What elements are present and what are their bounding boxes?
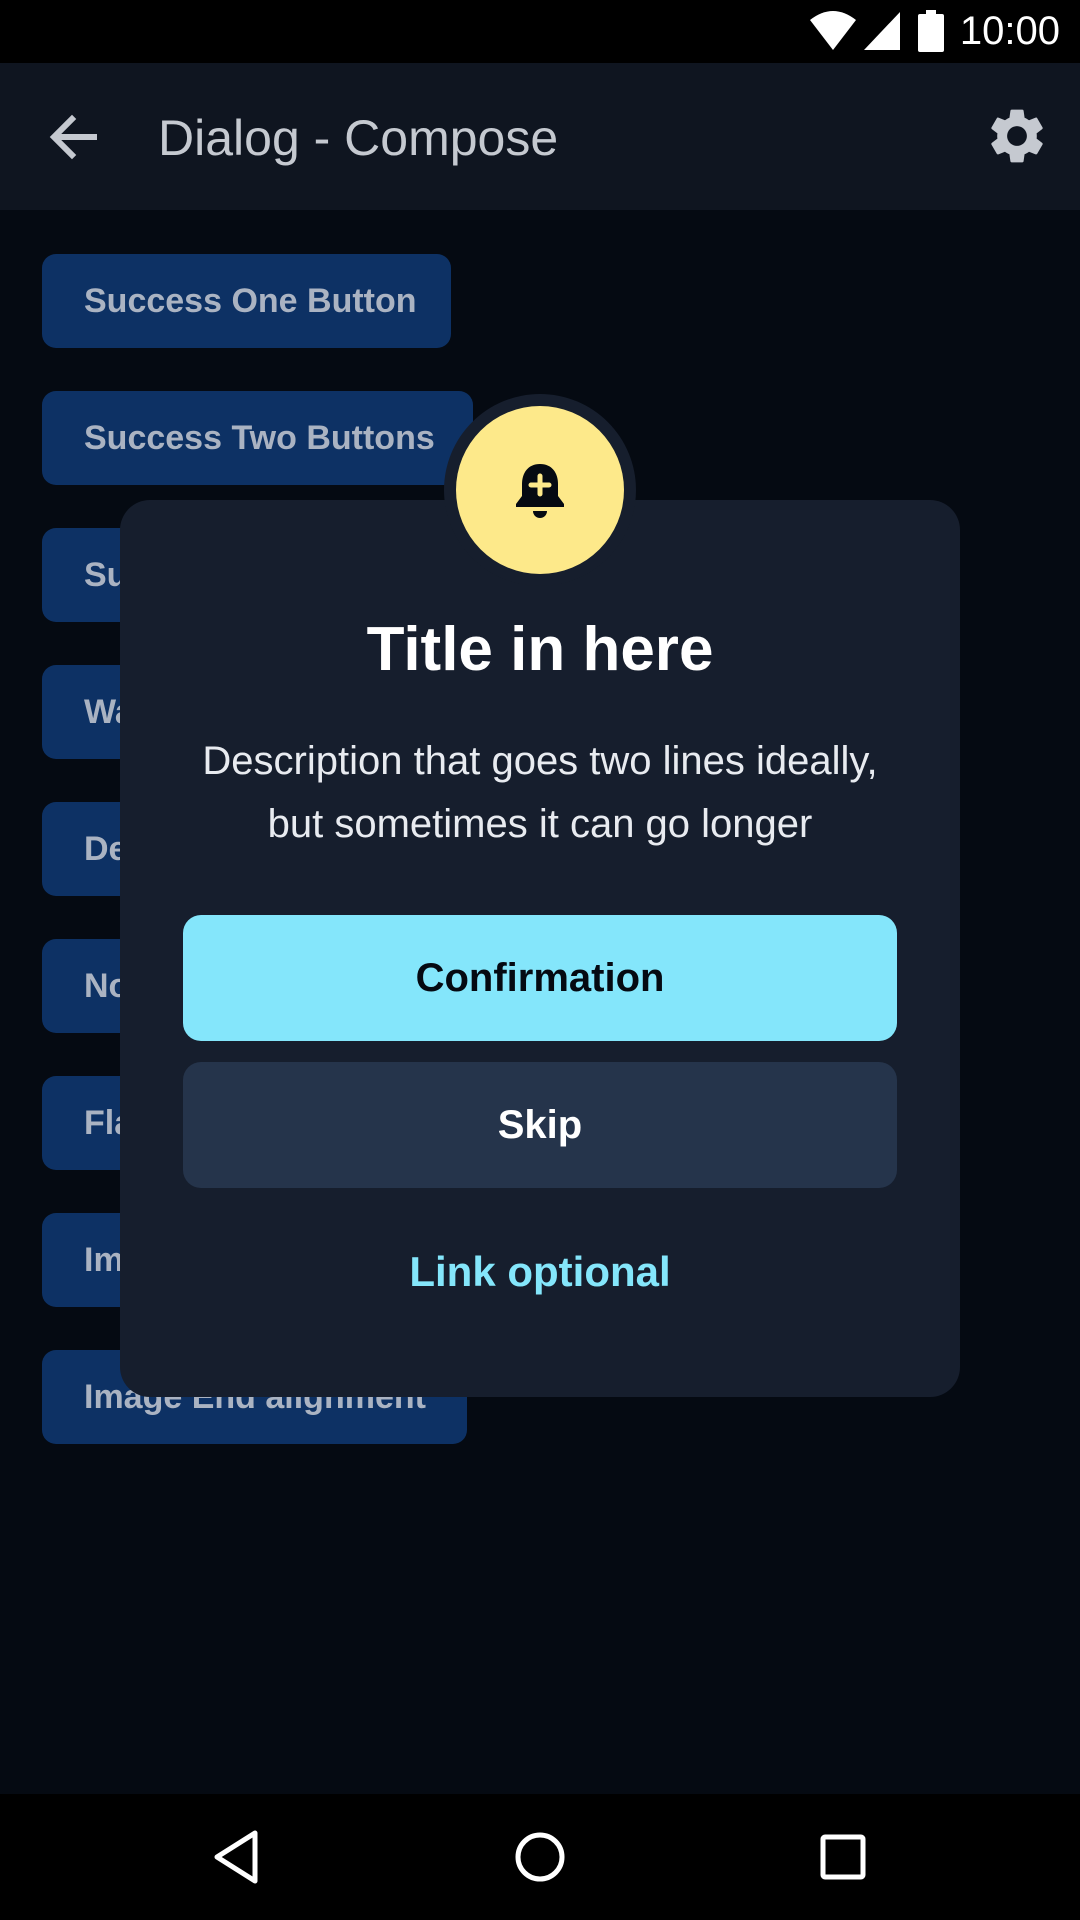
optional-link[interactable]: Link optional xyxy=(183,1242,897,1302)
status-time: 10:00 xyxy=(959,9,1060,53)
wifi-icon xyxy=(810,11,856,50)
dialog-title: Title in here xyxy=(366,615,714,684)
dialog-description: Description that goes two lines ideally,… xyxy=(202,739,878,846)
arrow-back-icon[interactable] xyxy=(44,107,104,167)
confirmation-button[interactable]: Confirmation xyxy=(183,915,897,1041)
bell-plus-icon xyxy=(516,464,564,518)
list-button-success-two[interactable]: Success Two Buttons xyxy=(42,391,473,485)
screen: 10:00 Dialog - Compose Success One Butto… xyxy=(0,0,1080,1920)
status-bar: 10:00 xyxy=(0,0,1080,63)
battery-icon xyxy=(918,10,944,52)
signal-icon xyxy=(864,12,900,50)
skip-button[interactable]: Skip xyxy=(183,1062,897,1188)
dialog-badge xyxy=(456,406,624,574)
back-triangle-icon[interactable] xyxy=(205,1825,269,1889)
list-button-success-one[interactable]: Success One Button xyxy=(42,254,451,348)
app-bar: Dialog - Compose xyxy=(0,63,1080,210)
page-title: Dialog - Compose xyxy=(158,110,559,166)
home-circle-icon[interactable] xyxy=(508,1825,572,1889)
gear-icon[interactable] xyxy=(984,103,1050,169)
recents-square-icon[interactable] xyxy=(811,1825,875,1889)
navigation-bar xyxy=(0,1794,1080,1920)
